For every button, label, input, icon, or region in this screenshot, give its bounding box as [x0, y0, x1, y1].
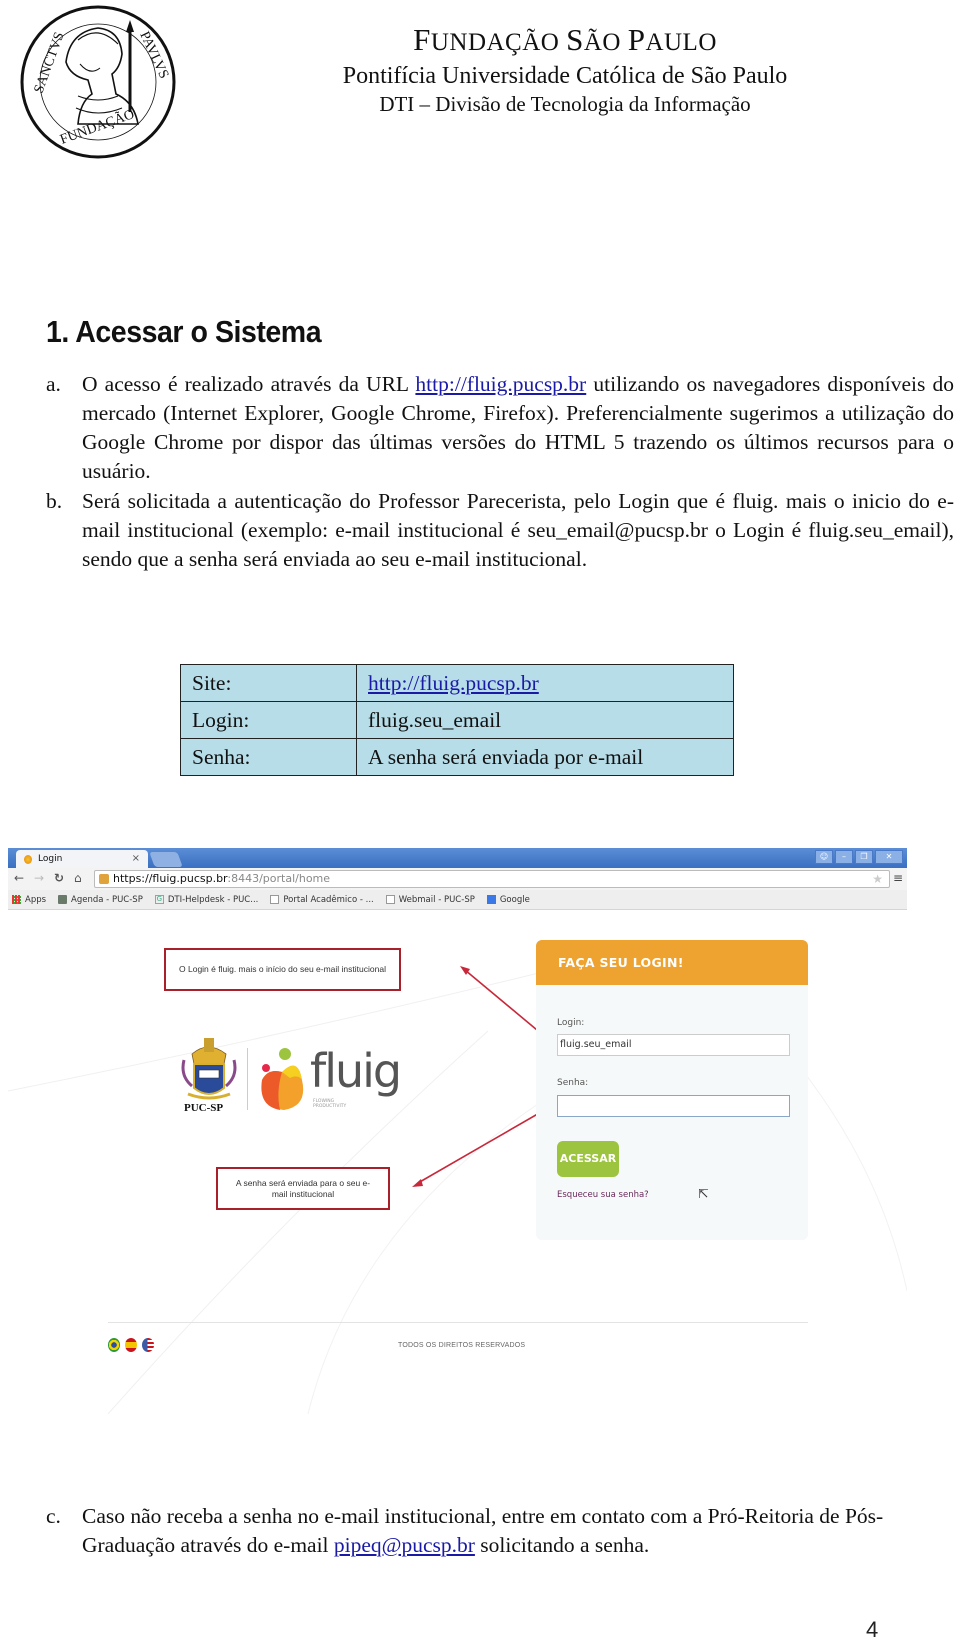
bookmark-apps[interactable]: Apps: [12, 895, 46, 905]
helpdesk-icon: G: [154, 895, 164, 904]
site-link[interactable]: http://fluig.pucsp.br: [368, 671, 539, 695]
logo-separator: [247, 1048, 248, 1110]
institution-header: FUNDAÇÃO SÃO PAULO Pontifícia Universida…: [220, 22, 910, 118]
restore-icon[interactable]: ❐: [855, 850, 873, 864]
fluig-favicon-icon: [24, 854, 32, 864]
bookmark-google[interactable]: Google: [486, 895, 530, 905]
bookmarks-bar: Apps Agenda - PUC-SP G DTI-Helpdesk - PUC…: [8, 890, 907, 910]
bookmark-agenda[interactable]: Agenda - PUC-SP: [58, 895, 143, 905]
list-item-text: Será solicitada a autenticação do Profes…: [82, 489, 954, 571]
acessar-button[interactable]: ACESSAR: [557, 1141, 619, 1177]
footer-divider: [108, 1322, 808, 1323]
tab-close-icon[interactable]: ×: [132, 853, 140, 864]
table-value: http://fluig.pucsp.br: [356, 664, 734, 702]
callout-arrow-senha: [417, 1103, 556, 1184]
fluig-logo-mark: [261, 1048, 304, 1110]
minimize-icon[interactable]: –: [835, 850, 853, 864]
address-bar[interactable]: https://fluig.pucsp.br:8443/portal/home …: [94, 870, 890, 888]
forward-arrow-icon[interactable]: →: [34, 871, 44, 885]
list-item-text: Caso não receba a senha no e-mail instit…: [82, 1504, 884, 1557]
password-label: Senha:: [557, 1078, 589, 1088]
browser-toolbar: ← → ↻ ⌂ https://fluig.pucsp.br:8443/port…: [8, 868, 907, 890]
bookmark-portal-academico[interactable]: Portal Acadêmico - ...: [270, 895, 374, 905]
brazil-flag-icon[interactable]: [108, 1338, 120, 1352]
spain-flag-icon[interactable]: [125, 1338, 137, 1352]
table-key: Site:: [180, 664, 357, 702]
section-title: 1. Acessar o Sistema: [46, 314, 322, 349]
table-row: Site: http://fluig.pucsp.br: [180, 664, 734, 702]
new-tab-button[interactable]: [149, 852, 183, 867]
forgot-password-link[interactable]: Esqueceu sua senha?: [557, 1190, 649, 1200]
callout-login-hint: O Login é fluig. mais o início do seu e-…: [164, 948, 401, 991]
login-card: FAÇA SEU LOGIN! Login: fluig.seu_email S…: [536, 940, 808, 1240]
language-selector: [108, 1338, 154, 1352]
pipeq-email-link[interactable]: pipeq@pucsp.br: [334, 1533, 475, 1557]
fluig-url-link[interactable]: http://fluig.pucsp.br: [415, 372, 586, 396]
page-number: 4: [866, 1617, 879, 1642]
lock-warning-icon: [99, 874, 109, 884]
org-line-2: Pontifícia Universidade Católica de São …: [342, 63, 788, 89]
list-item-a: a. O acesso é realizado através da URL h…: [46, 370, 954, 486]
home-icon[interactable]: ⌂: [74, 871, 82, 885]
table-value: A senha será enviada por e-mail: [356, 738, 734, 776]
agenda-icon: [58, 895, 68, 904]
window-controls: ☺ – ❐ ✕: [815, 850, 903, 864]
puc-sp-label: PUC-SP: [184, 1102, 224, 1114]
fluig-tagline: FLOWING PRODUCTIVITY: [313, 1099, 347, 1109]
login-input[interactable]: fluig.seu_email: [557, 1034, 790, 1056]
list-marker: c.: [46, 1504, 61, 1528]
org-line-1: FUNDAÇÃO SÃO PAULO: [413, 22, 717, 57]
table-row: Login: fluig.seu_email: [180, 701, 734, 739]
fundacao-sao-paulo-seal-logo: SANCTVS PAVLVS FUNDAÇÃO: [20, 5, 176, 159]
page-icon: [270, 895, 280, 904]
tab-title: Login: [38, 854, 63, 864]
usa-flag-icon[interactable]: [142, 1338, 154, 1352]
google-icon: [486, 895, 496, 904]
login-card-title: FAÇA SEU LOGIN!: [536, 940, 808, 985]
browser-titlebar: Login × ☺ – ❐ ✕: [8, 848, 907, 868]
access-info-table: Site: http://fluig.pucsp.br Login: fluig…: [180, 664, 734, 776]
list-item-text: O acesso é realizado através da URL http…: [82, 372, 954, 483]
back-arrow-icon[interactable]: ←: [14, 871, 24, 885]
table-key: Senha:: [180, 738, 357, 776]
list-marker: b.: [46, 489, 63, 513]
list-item-c: c. Caso não receba a senha no e-mail ins…: [46, 1502, 954, 1560]
list-item-b: b. Será solicitada a autenticação do Pro…: [46, 487, 954, 574]
list-marker: a.: [46, 372, 61, 396]
reload-icon[interactable]: ↻: [54, 871, 64, 885]
browser-tab[interactable]: Login ×: [16, 850, 148, 868]
fluig-wordmark: fluig: [310, 1044, 402, 1098]
bookmark-star-icon[interactable]: ★: [872, 871, 883, 887]
password-input[interactable]: [557, 1095, 790, 1117]
footer-rights: TODOS OS DIREITOS RESERVADOS: [398, 1342, 526, 1349]
login-label: Login:: [557, 1018, 585, 1028]
mouse-cursor-icon: ⇱: [698, 1186, 709, 1201]
browser-screenshot: Login × ☺ – ❐ ✕ ← → ↻ ⌂ https://fluig.pu…: [8, 848, 907, 1414]
table-row: Senha: A senha será enviada por e-mail: [180, 738, 734, 776]
callout-password-hint: A senha será enviada para o seu e-mail i…: [216, 1167, 390, 1210]
profile-icon[interactable]: ☺: [815, 850, 833, 864]
bookmark-dti-helpdesk[interactable]: G DTI-Helpdesk - PUC...: [154, 895, 258, 905]
table-key: Login:: [180, 701, 357, 739]
menu-icon[interactable]: ≡: [893, 871, 903, 885]
table-value: fluig.seu_email: [356, 701, 734, 739]
bookmark-webmail[interactable]: Webmail - PUC-SP: [385, 895, 475, 905]
apps-grid-icon: [12, 895, 21, 904]
close-icon[interactable]: ✕: [875, 850, 903, 864]
page-icon: [385, 895, 395, 904]
org-line-3: DTI – Divisão de Tecnologia da Informaçã…: [379, 92, 751, 116]
